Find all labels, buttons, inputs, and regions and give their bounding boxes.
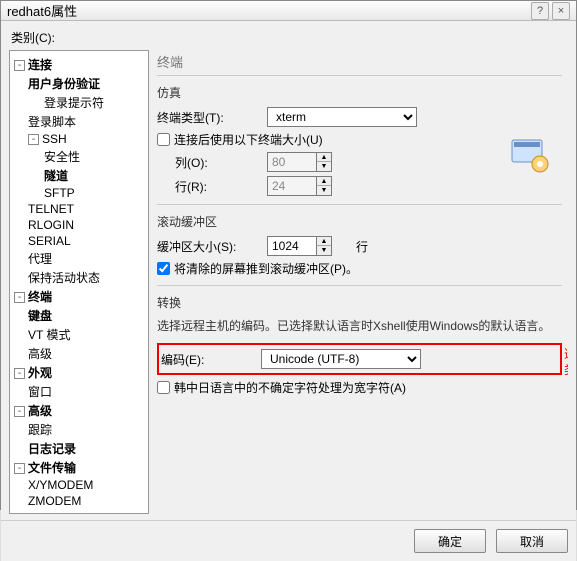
expand-icon[interactable]: - <box>28 134 39 145</box>
tree-logging[interactable]: 日志记录 <box>12 439 146 458</box>
help-icon[interactable]: ? <box>531 2 549 20</box>
dialog-buttons: 确定 取消 <box>1 520 576 561</box>
buffer-spinner[interactable]: ▲▼ <box>267 236 332 256</box>
window-title: redhat6属性 <box>7 1 528 20</box>
tree-ssh[interactable]: SSH <box>42 132 67 146</box>
emulation-group: 仿真 <box>157 84 562 101</box>
push-cleared-label: 将清除的屏幕推到滚动缓冲区(P)。 <box>174 260 358 277</box>
expand-icon[interactable]: - <box>14 463 25 474</box>
rows-spinner[interactable]: ▲▼ <box>267 176 332 196</box>
use-size-label: 连接后使用以下终端大小(U) <box>174 131 323 148</box>
tree-rlogin[interactable]: RLOGIN <box>12 217 146 233</box>
buffer-label: 缓冲区大小(S): <box>157 238 267 255</box>
cols-spinner[interactable]: ▲▼ <box>267 152 332 172</box>
red-annotation: 选择编码类型 <box>564 347 568 378</box>
spin-up-icon[interactable]: ▲ <box>317 177 331 186</box>
spin-up-icon[interactable]: ▲ <box>317 237 331 246</box>
expand-icon[interactable]: - <box>14 368 25 379</box>
convert-group: 转换 <box>157 294 562 311</box>
buffer-input[interactable] <box>267 236 317 256</box>
encoding-highlight: 编码(E): Unicode (UTF-8) 选择编码类型 <box>157 343 562 375</box>
use-size-checkbox[interactable] <box>157 133 170 146</box>
tree-sftp[interactable]: SFTP <box>12 185 146 201</box>
expand-icon[interactable]: - <box>14 60 25 71</box>
rows-input[interactable] <box>267 176 317 196</box>
tree-security[interactable]: 安全性 <box>12 147 146 166</box>
tree-keyboard[interactable]: 键盘 <box>12 306 146 325</box>
close-icon[interactable]: × <box>552 2 570 20</box>
titlebar[interactable]: redhat6属性 ? × <box>1 1 576 21</box>
term-type-label: 终端类型(T): <box>157 109 267 126</box>
spin-down-icon[interactable]: ▼ <box>317 246 331 255</box>
cjk-wide-label: 韩中日语言中的不确定字符处理为宽字符(A) <box>174 379 406 396</box>
tree-keepalive[interactable]: 保持活动状态 <box>12 268 146 287</box>
tree-tunnel[interactable]: 隧道 <box>12 166 146 185</box>
push-cleared-checkbox[interactable] <box>157 262 170 275</box>
expand-icon[interactable]: - <box>14 292 25 303</box>
tree-connection[interactable]: 连接 <box>28 58 52 72</box>
settings-panel: 终端 仿真 终端类型(T): xterm <box>157 50 568 514</box>
category-tree[interactable]: -连接 用户身份验证 登录提示符 登录脚本 -SSH 安全性 隧道 SFTP T… <box>9 50 149 514</box>
tree-file-transfer[interactable]: 文件传输 <box>28 461 76 475</box>
expand-icon[interactable]: - <box>14 406 25 417</box>
spin-up-icon[interactable]: ▲ <box>317 153 331 162</box>
cjk-wide-checkbox[interactable] <box>157 381 170 394</box>
tree-advanced[interactable]: 高级 <box>28 404 52 418</box>
encoding-select[interactable]: Unicode (UTF-8) <box>261 349 421 369</box>
tree-auth[interactable]: 用户身份验证 <box>12 74 146 93</box>
cols-label: 列(O): <box>175 154 267 171</box>
ok-button[interactable]: 确定 <box>414 529 486 553</box>
tree-telnet[interactable]: TELNET <box>12 201 146 217</box>
terminal-gear-icon <box>510 138 550 174</box>
panel-heading: 终端 <box>157 50 562 76</box>
tree-serial[interactable]: SERIAL <box>12 233 146 249</box>
tree-window[interactable]: 窗口 <box>12 382 146 401</box>
cancel-button[interactable]: 取消 <box>496 529 568 553</box>
term-type-select[interactable]: xterm <box>267 107 417 127</box>
convert-desc: 选择远程主机的编码。已选择默认语言时Xshell使用Windows的默认语言。 <box>157 317 562 335</box>
tree-login-script[interactable]: 登录脚本 <box>12 112 146 131</box>
encoding-label: 编码(E): <box>161 351 261 368</box>
tree-appearance[interactable]: 外观 <box>28 366 52 380</box>
tree-advanced-term[interactable]: 高级 <box>12 344 146 363</box>
tree-tracking[interactable]: 跟踪 <box>12 420 146 439</box>
rows-label: 行(R): <box>175 178 267 195</box>
tree-terminal[interactable]: 终端 <box>28 290 52 304</box>
buffer-unit: 行 <box>356 238 368 255</box>
tree-vtmode[interactable]: VT 模式 <box>12 325 146 344</box>
tree-proxy[interactable]: 代理 <box>12 249 146 268</box>
tree-zmodem[interactable]: ZMODEM <box>12 493 146 509</box>
tree-login-prompt[interactable]: 登录提示符 <box>12 93 146 112</box>
cols-input[interactable] <box>267 152 317 172</box>
spin-down-icon[interactable]: ▼ <box>317 162 331 171</box>
spin-down-icon[interactable]: ▼ <box>317 186 331 195</box>
tree-xymodem[interactable]: X/YMODEM <box>12 477 146 493</box>
scroll-group: 滚动缓冲区 <box>157 213 562 230</box>
properties-dialog: redhat6属性 ? × 类别(C): -连接 用户身份验证 登录提示符 登录… <box>0 0 577 510</box>
category-label: 类别(C): <box>11 29 568 46</box>
